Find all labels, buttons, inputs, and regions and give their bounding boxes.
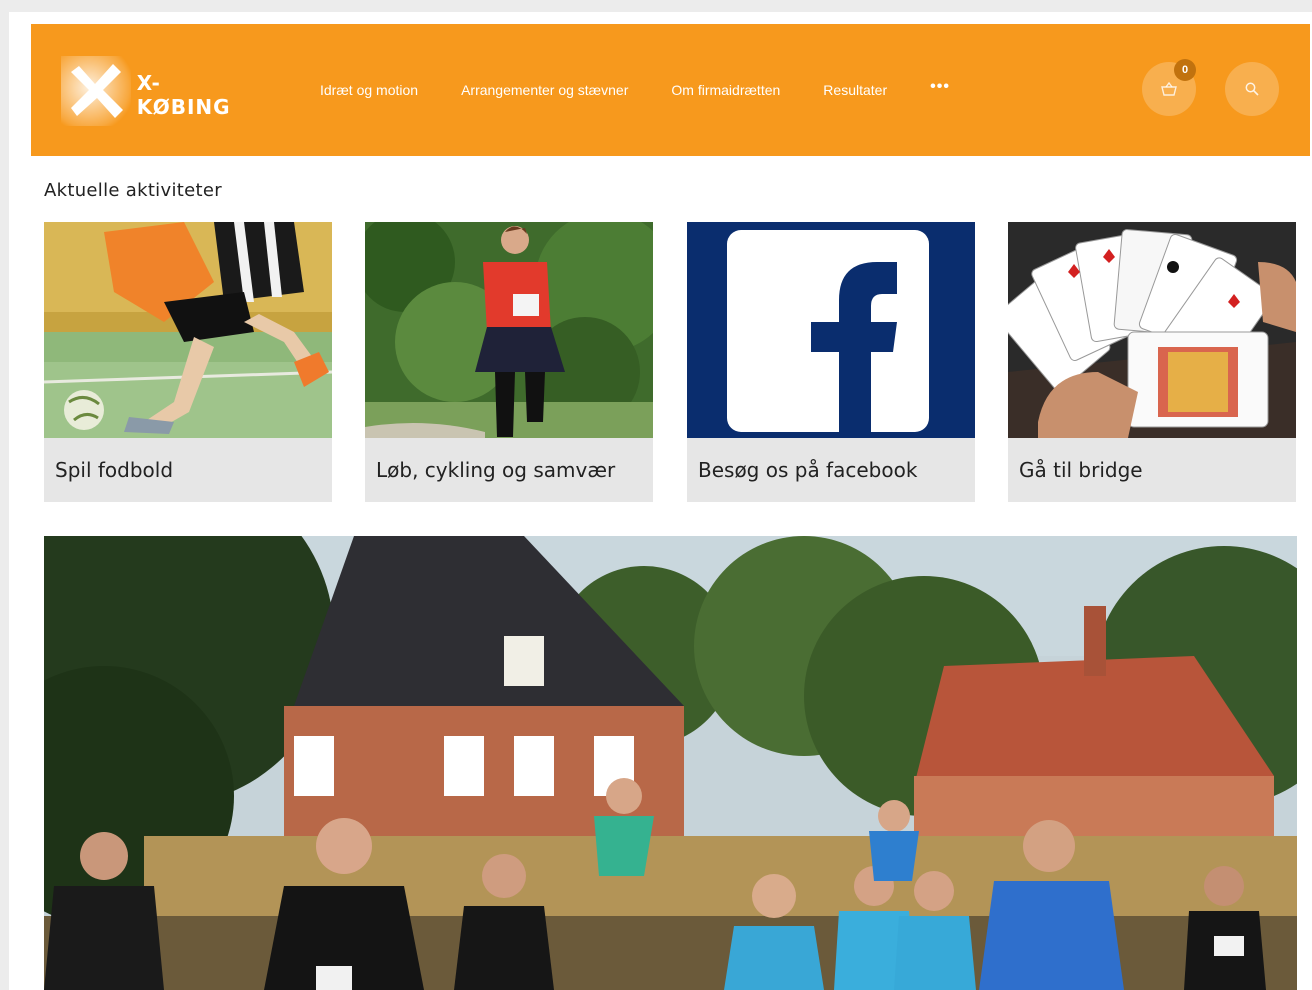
main-nav: Idræt og motion Arrangementer og stævner… xyxy=(320,78,950,98)
site-header: X-KØBING Idræt og motion Arrangementer o… xyxy=(31,24,1310,156)
bridge-image xyxy=(1008,222,1296,438)
nav-more-button[interactable]: ••• xyxy=(930,78,950,98)
card-running[interactable]: Løb, cykling og samvær xyxy=(365,222,653,502)
facebook-icon xyxy=(687,222,975,438)
hero-image xyxy=(44,536,1297,990)
brand-logo[interactable]: X-KØBING xyxy=(61,56,251,126)
search-button[interactable] xyxy=(1225,62,1279,116)
x-logo-icon xyxy=(61,56,131,126)
football-image xyxy=(44,222,332,438)
nav-item-arrangementer[interactable]: Arrangementer og stævner xyxy=(461,82,628,98)
card-bridge[interactable]: Gå til bridge xyxy=(1008,222,1296,502)
basket-icon xyxy=(1161,82,1177,96)
card-facebook[interactable]: Besøg os på facebook xyxy=(687,222,975,502)
nav-item-om-firmaidraetten[interactable]: Om firmaidrætten xyxy=(671,82,780,98)
card-caption: Gå til bridge xyxy=(1019,458,1143,482)
nav-item-resultater[interactable]: Resultater xyxy=(823,82,887,98)
card-caption: Løb, cykling og samvær xyxy=(376,458,616,482)
running-image xyxy=(365,222,653,438)
brand-name: X-KØBING xyxy=(136,71,231,119)
card-caption: Spil fodbold xyxy=(55,458,174,482)
card-football[interactable]: Spil fodbold xyxy=(44,222,332,502)
nav-item-idraet[interactable]: Idræt og motion xyxy=(320,82,418,98)
cart-count-badge: 0 xyxy=(1174,59,1196,81)
search-icon xyxy=(1245,82,1259,96)
facebook-image xyxy=(687,222,975,438)
section-title: Aktuelle aktiviteter xyxy=(44,180,222,201)
card-caption: Besøg os på facebook xyxy=(698,458,918,482)
